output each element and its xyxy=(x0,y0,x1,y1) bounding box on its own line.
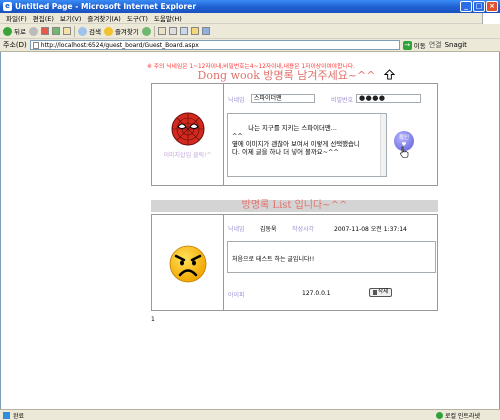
window-title: Untitled Page - Microsoft Internet Explo… xyxy=(15,2,197,11)
toolbar-separator xyxy=(73,25,75,37)
messenger-icon[interactable] xyxy=(201,27,210,35)
menu-edit[interactable]: 편집(E) xyxy=(30,13,57,23)
window-title-bar: e Untitled Page - Microsoft Internet Exp… xyxy=(0,0,500,13)
security-zone: 로컬 인트라넷 xyxy=(435,411,480,420)
forward-arrow-icon[interactable] xyxy=(28,26,38,36)
write-form: 이미지삽입 클릭!^ 닉네임 스파이더맨 비밀번호 ●●●● 나는 지구를 지키… xyxy=(151,83,438,186)
hand-cursor-icon xyxy=(400,146,409,158)
back-label: 뒤로 xyxy=(14,28,26,36)
page-icon xyxy=(32,41,39,49)
content-textarea[interactable]: 나는 지구를 지키는 스파이더맨... ^^ 옆에 이미지가 괜찮아 보여서 이… xyxy=(227,113,387,177)
entry-nickname-label: 닉네임 xyxy=(228,226,245,233)
menu-help[interactable]: 도움말(H) xyxy=(151,13,185,23)
nickname-input[interactable]: 스파이더맨 xyxy=(251,94,315,103)
menu-file[interactable]: 파일(F) xyxy=(3,13,30,23)
entry-content: 처음으로 테스트 하는 글입니다!! xyxy=(227,241,436,273)
entry-details: 닉네임 김동욱 작성시각 2007-11-08 오전 1:37:14 처음으로 … xyxy=(224,215,437,310)
delete-icon xyxy=(373,290,377,295)
content-text: 나는 지구를 지키는 스파이더맨... ^^ 옆에 이미지가 괜찮아 보여서 이… xyxy=(232,124,360,156)
search-icon xyxy=(77,26,87,36)
image-upload-link[interactable]: 이미지삽입 클릭!^ xyxy=(164,150,212,159)
back-button[interactable]: 뒤로 xyxy=(3,26,26,36)
confirm-label: 확인 xyxy=(398,135,410,141)
toolbar-separator xyxy=(153,25,155,37)
status-text: 완료 xyxy=(13,412,25,420)
entry-date-label: 작성시각 xyxy=(292,226,315,233)
windows-logo-icon xyxy=(482,13,500,24)
entry-avatar-cell xyxy=(152,215,224,310)
password-input[interactable]: ●●●● xyxy=(356,94,421,103)
entry-ip: 127.0.0.1 xyxy=(302,290,331,297)
address-url: http://localhost:6524/guest_board/Guest_… xyxy=(40,41,199,49)
entry-ip-label: 아이피 xyxy=(228,292,245,299)
delete-button[interactable]: 삭제 xyxy=(369,288,393,297)
links-label[interactable]: 연결 xyxy=(429,40,442,50)
spiderman-avatar[interactable] xyxy=(170,111,206,147)
guestbook-list-title: 방명록 List 입니다~^^ xyxy=(151,200,438,212)
angry-face-icon xyxy=(169,245,206,282)
ie-icon: e xyxy=(3,2,12,11)
entry-date: 2007-11-08 오전 1:37:14 xyxy=(334,226,407,233)
folder-icon[interactable] xyxy=(190,27,199,35)
toolbar: 뒤로 검색 즐겨찾기 xyxy=(0,24,500,39)
close-button[interactable]: × xyxy=(486,1,498,12)
mail-icon[interactable] xyxy=(157,27,166,35)
address-input[interactable]: http://localhost:6524/guest_board/Guest_… xyxy=(29,40,400,50)
menu-favorites[interactable]: 즐겨찾기(A) xyxy=(84,13,123,23)
guestbook-title-row: Dong wook 방명록 남겨주세요~^^ xyxy=(151,67,441,82)
textarea-scrollbar[interactable] xyxy=(380,114,386,176)
guestbook-entry: 닉네임 김동욱 작성시각 2007-11-08 오전 1:37:14 처음으로 … xyxy=(151,214,438,311)
menu-bar: 파일(F) 편집(E) 보기(V) 즐겨찾기(A) 도구(T) 도움말(H) xyxy=(0,13,500,24)
stop-icon[interactable] xyxy=(40,27,49,35)
history-icon[interactable] xyxy=(141,26,151,36)
entry-nickname: 김동욱 xyxy=(260,226,277,233)
favorites-button[interactable]: 즐겨찾기 xyxy=(103,26,139,36)
print-icon[interactable] xyxy=(168,27,177,35)
go-label: 이동 xyxy=(413,42,426,50)
star-icon xyxy=(103,26,113,36)
maximize-button[interactable]: □ xyxy=(473,1,485,12)
refresh-icon[interactable] xyxy=(51,27,60,35)
minimize-button[interactable]: _ xyxy=(460,1,472,12)
favorites-label: 즐겨찾기 xyxy=(114,28,139,36)
menu-tools[interactable]: 도구(T) xyxy=(124,13,151,23)
menu-view[interactable]: 보기(V) xyxy=(57,13,84,23)
go-button[interactable]: → 이동 xyxy=(402,40,426,50)
delete-label: 삭제 xyxy=(378,289,389,295)
up-arrow-icon[interactable] xyxy=(383,69,395,80)
home-icon[interactable] xyxy=(62,27,71,35)
guestbook-title: Dong wook 방명록 남겨주세요~^^ xyxy=(197,68,376,82)
back-arrow-icon xyxy=(3,26,12,36)
search-button[interactable]: 검색 xyxy=(77,26,101,36)
form-fields: 닉네임 스파이더맨 비밀번호 ●●●● 나는 지구를 지키는 스파이더맨... … xyxy=(224,84,437,185)
page-number-link[interactable]: 1 xyxy=(151,316,155,323)
page-viewport: ※ 주의 닉네임은 1~12자이내,비밀번호는4~12자이내,내용은 1자이상이… xyxy=(0,52,500,409)
page-done-icon xyxy=(3,411,10,419)
go-arrow-icon: → xyxy=(402,40,412,50)
password-label: 비밀번호 xyxy=(331,97,354,104)
nickname-label: 닉네임 xyxy=(228,97,245,104)
snagit-button[interactable]: Snagit xyxy=(445,41,467,49)
edit-icon[interactable] xyxy=(179,27,188,35)
address-label: 주소(D) xyxy=(3,41,27,49)
intranet-icon xyxy=(435,412,443,419)
search-label: 검색 xyxy=(88,28,101,36)
address-bar: 주소(D) http://localhost:6524/guest_board/… xyxy=(0,39,500,52)
status-bar: 완료 로컬 인트라넷 xyxy=(0,409,500,420)
zone-label: 로컬 인트라넷 xyxy=(444,413,480,420)
window-controls: _ □ × xyxy=(460,1,498,12)
image-select-cell: 이미지삽입 클릭!^ xyxy=(152,84,224,185)
